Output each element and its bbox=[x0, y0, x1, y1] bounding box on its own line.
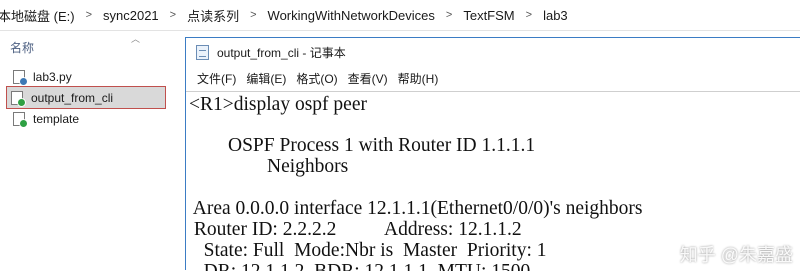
file-name: output_from_cli bbox=[31, 90, 114, 105]
text-line: Area 0.0.0.0 interface 12.1.1.1(Ethernet… bbox=[189, 198, 643, 219]
file-item-template[interactable]: template bbox=[9, 108, 163, 129]
breadcrumb-lab3[interactable]: lab3 bbox=[539, 8, 572, 23]
menu-help[interactable]: 帮助(H) bbox=[394, 70, 443, 87]
watermark: 知乎 @朱嘉盛 bbox=[679, 245, 793, 265]
python-file-icon bbox=[13, 69, 28, 86]
breadcrumb-drive[interactable]: 本地磁盘 (E:) bbox=[0, 6, 79, 25]
breadcrumb-separator: > bbox=[85, 9, 92, 21]
text-file-icon bbox=[13, 111, 28, 128]
text-line: DR: 12.1.1.2 BDR: 12.1.1.1 MTU: 1500 bbox=[189, 261, 531, 271]
breadcrumb-textfsm[interactable]: TextFSM bbox=[459, 8, 518, 23]
text-line: State: Full Mode:Nbr is Master Priority:… bbox=[189, 240, 547, 261]
breadcrumb-separator: > bbox=[169, 9, 177, 21]
breadcrumb-networkdevices[interactable]: WorkingWithNetworkDevices bbox=[264, 8, 439, 23]
notepad-titlebar[interactable]: output_from_cli - 记事本 bbox=[186, 38, 800, 67]
text-line: Neighbors bbox=[189, 156, 349, 177]
text-line: Router ID: 2.2.2.2 Address: 12.1.1.2 bbox=[189, 219, 522, 240]
file-name: lab3.py bbox=[33, 69, 72, 84]
menu-edit[interactable]: 编辑(E) bbox=[242, 70, 290, 87]
breadcrumb-separator: > bbox=[250, 9, 257, 21]
name-column-header[interactable]: 名称 bbox=[10, 39, 34, 56]
text-line: OSPF Process 1 with Router ID 1.1.1.1 bbox=[189, 135, 536, 156]
menu-format[interactable]: 格式(O) bbox=[292, 70, 341, 87]
menu-file[interactable]: 文件(F) bbox=[193, 70, 240, 87]
file-list: 名称 ︿ lab3.py output_from_cli template bbox=[0, 31, 185, 269]
file-name: template bbox=[33, 111, 80, 126]
text-file-icon bbox=[11, 90, 26, 107]
breadcrumb-sync2021[interactable]: sync2021 bbox=[99, 8, 163, 23]
menu-view[interactable]: 查看(V) bbox=[344, 70, 392, 87]
menu-bar: 文件(F) 编辑(E) 格式(O) 查看(V) 帮助(H) bbox=[186, 67, 800, 89]
address-bar[interactable]: 本地磁盘 (E:) > sync2021 > 点读系列 > WorkingWit… bbox=[0, 0, 800, 31]
file-item-output-from-cli[interactable]: output_from_cli bbox=[6, 86, 166, 109]
notepad-icon bbox=[196, 45, 209, 60]
breadcrumb-separator: > bbox=[525, 9, 533, 21]
text-line: <R1>display ospf peer bbox=[189, 94, 367, 115]
breadcrumb-series[interactable]: 点读系列 bbox=[183, 6, 243, 25]
text-editor[interactable]: <R1>display ospf peer OSPF Process 1 wit… bbox=[186, 91, 800, 271]
window-title: output_from_cli - 记事本 bbox=[217, 46, 346, 60]
breadcrumb-separator: > bbox=[445, 9, 453, 21]
notepad-window[interactable]: output_from_cli - 记事本 文件(F) 编辑(E) 格式(O) … bbox=[185, 37, 800, 271]
sort-arrow-icon: ︿ bbox=[131, 34, 141, 44]
file-item-lab3-py[interactable]: lab3.py bbox=[9, 66, 163, 87]
